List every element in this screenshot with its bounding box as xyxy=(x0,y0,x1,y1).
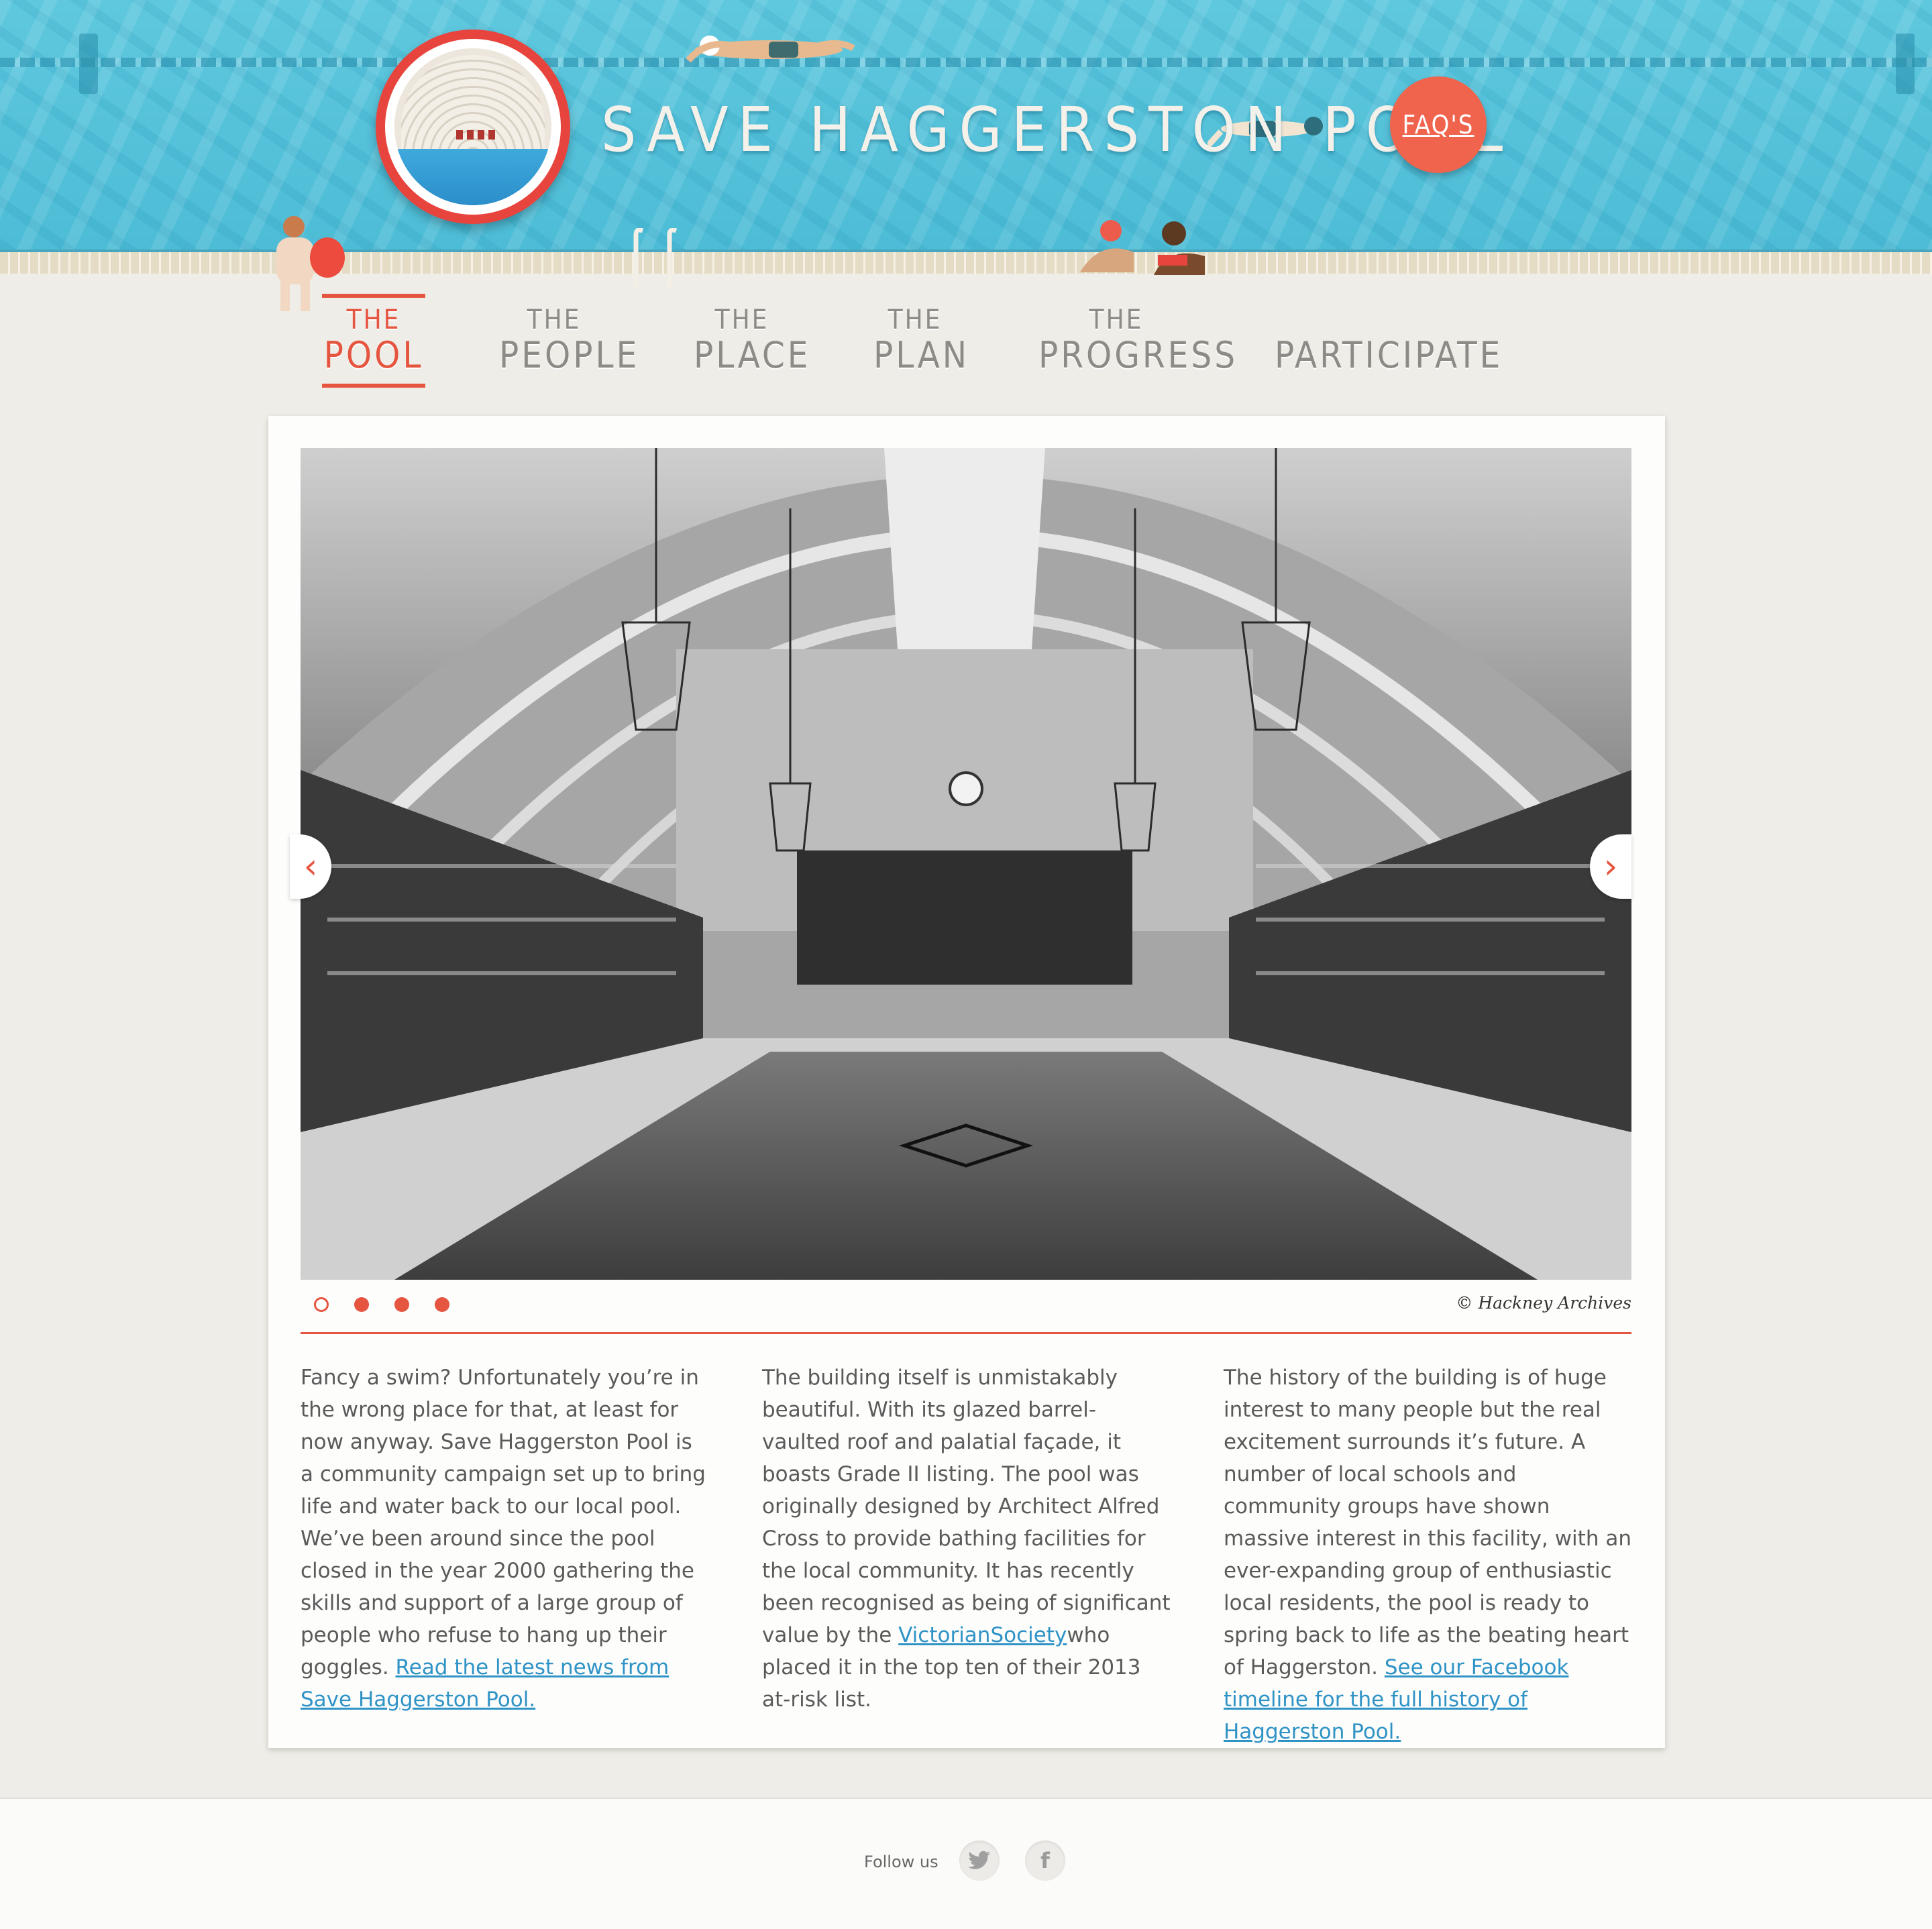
nav-label-big: PLACE xyxy=(694,334,811,376)
slider-dot-3[interactable] xyxy=(394,1297,409,1312)
chevron-right-icon: › xyxy=(1603,846,1618,887)
text-column-1: Fancy a swim? Unfortunately you’re in th… xyxy=(301,1362,710,1716)
swimmer-illustration xyxy=(686,36,855,63)
ladder-rails-illustration xyxy=(633,228,678,288)
slider-dot-2[interactable] xyxy=(354,1297,369,1312)
photo-credit: © Hackney Archives xyxy=(1456,1293,1631,1313)
nav-label-big: PARTICIPATE xyxy=(1275,334,1503,376)
nav-item-the-progress[interactable]: THE PROGRESS xyxy=(1038,305,1238,376)
faq-button[interactable]: FAQ'S xyxy=(1390,76,1487,173)
sunbathers-illustration xyxy=(1080,220,1205,275)
site-title: SAVE HAGGERSTON POOL xyxy=(601,94,1513,166)
nav-item-the-place[interactable]: THE PLACE xyxy=(694,305,811,376)
victorian-society-link[interactable]: VictorianSociety xyxy=(898,1623,1067,1647)
nav-item-the-plan[interactable]: THE PLAN xyxy=(873,305,970,376)
nav-label-big: POOL xyxy=(323,334,424,376)
nav-label-big: PLAN xyxy=(873,334,970,376)
content-divider xyxy=(301,1332,1631,1334)
chevron-left-icon: ‹ xyxy=(303,846,318,887)
pool-ladder-left xyxy=(79,34,98,94)
slider-dot-4[interactable] xyxy=(435,1297,449,1312)
twitter-button[interactable] xyxy=(959,1840,1000,1881)
slideshow-image xyxy=(301,448,1631,1280)
column-text: Fancy a swim? Unfortunately you’re in th… xyxy=(301,1366,706,1679)
column-text: The history of the building is of huge i… xyxy=(1224,1366,1631,1679)
logo-pool-illustration xyxy=(394,48,551,205)
nav-label-small: THE xyxy=(1089,305,1144,335)
nav-label-small: THE xyxy=(888,305,943,335)
pool-header: SAVE HAGGERSTON POOL FAQ'S xyxy=(0,0,1932,250)
text-column-3: The history of the building is of huge i… xyxy=(1224,1362,1633,1748)
column-text: The building itself is unmistakably beau… xyxy=(762,1366,1171,1647)
site-logo[interactable] xyxy=(376,30,570,224)
facebook-icon: f xyxy=(1040,1848,1050,1873)
nav-label-small: THE xyxy=(527,305,582,335)
pool-ladder-right xyxy=(1896,34,1915,94)
main-nav: THE POOL THE PEOPLE THE PLACE THE PLAN T… xyxy=(0,294,1932,402)
text-column-2: The building itself is unmistakably beau… xyxy=(762,1362,1171,1716)
lane-rope xyxy=(0,58,1932,67)
historic-pool-photo xyxy=(301,448,1631,1280)
nav-label-big: PROGRESS xyxy=(1038,334,1238,376)
nav-item-the-pool[interactable]: THE POOL xyxy=(322,294,425,388)
twitter-icon xyxy=(968,1851,990,1869)
nav-label-small: THE xyxy=(346,305,401,335)
facebook-button[interactable]: f xyxy=(1025,1840,1065,1881)
slider-dot-1[interactable] xyxy=(314,1297,329,1312)
nav-label-small: THE xyxy=(714,305,769,335)
nav-item-the-people[interactable]: THE PEOPLE xyxy=(499,305,640,376)
nav-item-participate[interactable]: PARTICIPATE xyxy=(1275,334,1503,376)
nav-label-big: PEOPLE xyxy=(499,334,640,376)
follow-us-label: Follow us xyxy=(864,1853,938,1871)
